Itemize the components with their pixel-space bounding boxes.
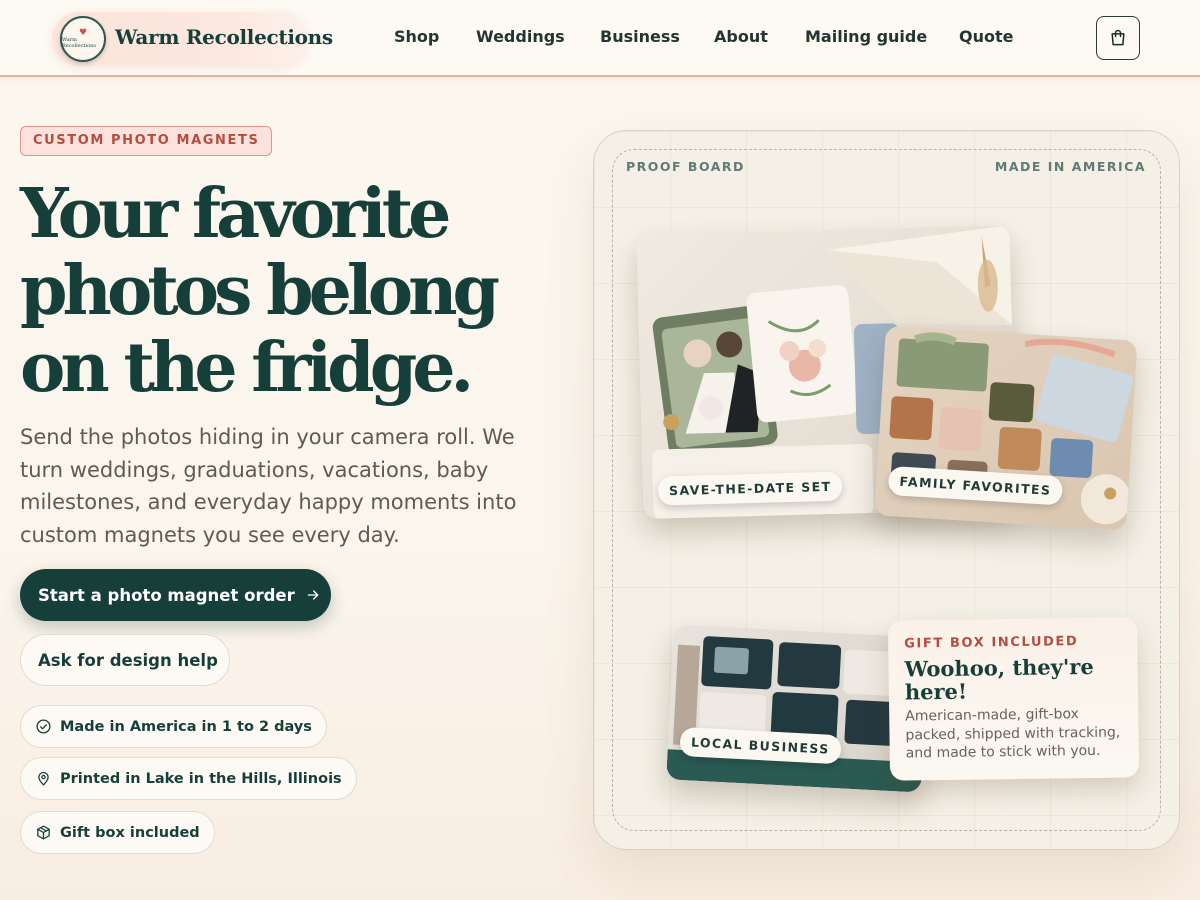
heart-icon: ♥	[78, 28, 88, 38]
proof-board-label: PROOF BOARD	[626, 159, 745, 174]
feature-chip-label: Printed in Lake in the Hills, Illinois	[60, 770, 342, 787]
cart-button[interactable]	[1096, 16, 1140, 60]
nav-quote[interactable]: Quote	[959, 27, 1013, 46]
arrow-right-icon	[307, 590, 319, 600]
hero-title-line: Your favorite	[20, 174, 451, 254]
card-tag-save-the-date: SAVE-THE-DATE SET	[657, 471, 843, 506]
feature-chip-location: Printed in Lake in the Hills, Illinois	[20, 757, 357, 800]
gift-box-eyebrow: GIFT BOX INCLUDED	[904, 634, 1079, 652]
location-pin-icon	[38, 771, 49, 786]
nav-weddings[interactable]: Weddings	[476, 27, 565, 46]
hero-eyebrow-badge: CUSTOM PHOTO MAGNETS	[20, 126, 273, 156]
shopping-bag-icon	[1111, 29, 1125, 46]
nav-business[interactable]: Business	[600, 27, 680, 46]
gift-box-title: Woohoo, they're here!	[904, 653, 1094, 705]
check-circle-icon	[36, 719, 51, 734]
brand-logo: ♥ Warm Recollections	[60, 16, 106, 62]
nav-about[interactable]: About	[714, 27, 768, 46]
feature-chip-label: Made in America in 1 to 2 days	[60, 718, 312, 735]
feature-chip-gift-box: Gift box included	[20, 811, 215, 854]
design-help-button[interactable]: Ask for design help	[20, 634, 230, 686]
site-header: ♥ Warm Recollections Warm Recollections …	[0, 0, 1200, 77]
start-order-button[interactable]: Start a photo magnet order	[20, 569, 331, 621]
nav-shop[interactable]: Shop	[394, 27, 439, 46]
start-order-label: Start a photo magnet order	[38, 585, 295, 605]
nav-mailing-guide[interactable]: Mailing guide	[805, 27, 927, 46]
hero-title-line: photos belong	[20, 251, 500, 331]
made-in-america-label: MADE IN AMERICA	[994, 159, 1146, 174]
design-help-label: Ask for design help	[38, 650, 218, 670]
gift-box-card: GIFT BOX INCLUDED Woohoo, they're here! …	[887, 617, 1140, 781]
logo-text: Warm Recollections	[62, 37, 96, 49]
feature-chip-made-in-america: Made in America in 1 to 2 days	[20, 705, 327, 748]
gift-box-description: American-made, gift-box packed, shipped …	[905, 706, 1121, 762]
hero-title-line: on the fridge.	[20, 328, 474, 408]
hero-title: Your favorite photos belong on the fridg…	[20, 176, 560, 407]
family-favorites-photo: FAMILY FAVORITES	[874, 325, 1138, 531]
brand-logo-link[interactable]: ♥ Warm Recollections Warm Recollections	[52, 12, 333, 66]
hero-description: Send the photos hiding in your camera ro…	[20, 425, 517, 547]
feature-chip-label: Gift box included	[60, 824, 200, 841]
package-icon	[37, 825, 50, 840]
brand-name: Warm Recollections	[115, 25, 333, 49]
